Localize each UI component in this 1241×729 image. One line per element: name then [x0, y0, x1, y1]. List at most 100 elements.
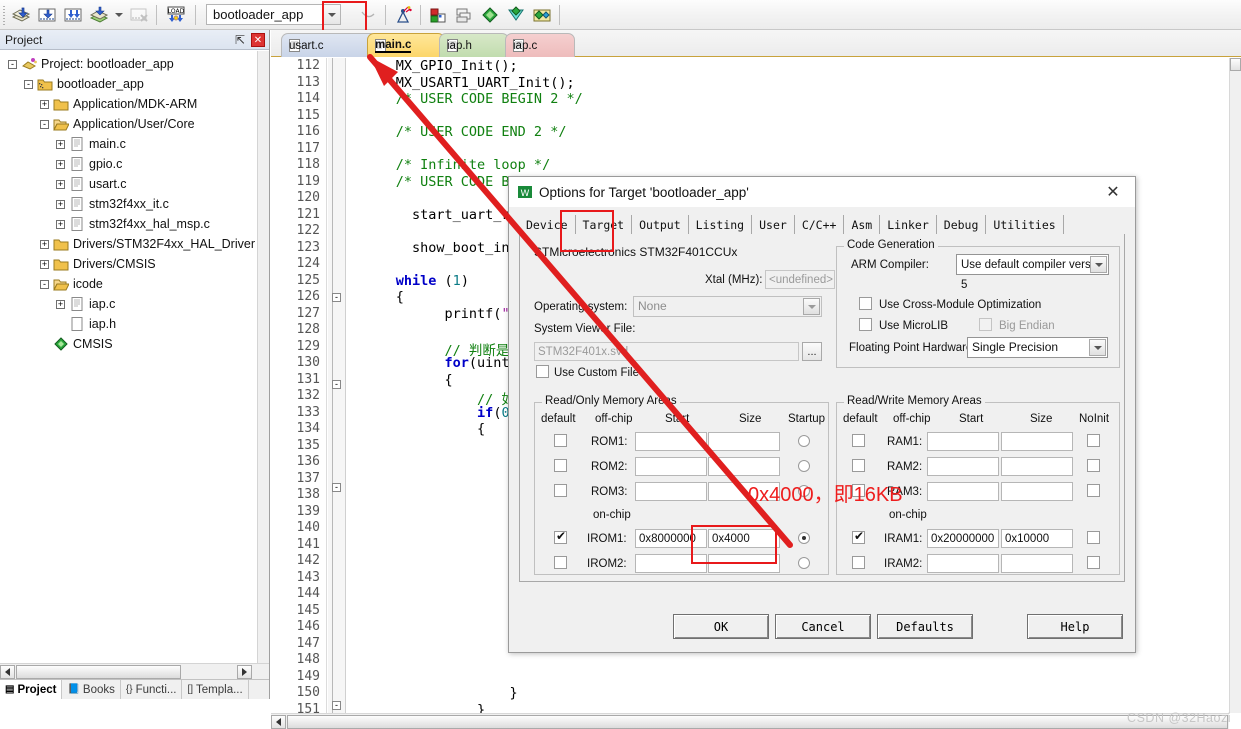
ram3-noinit-checkbox[interactable] — [1087, 484, 1100, 497]
expand-toggle-icon[interactable]: + — [56, 180, 65, 189]
configuration-wizard-icon[interactable] — [477, 3, 503, 27]
manage-run-time-icon[interactable] — [529, 3, 555, 27]
project-bottom-tab-functi[interactable]: {}Functi... — [121, 680, 183, 699]
iram2-default-checkbox[interactable] — [852, 556, 865, 569]
collapse-toggle-icon[interactable]: - — [8, 60, 17, 69]
chevron-down-icon[interactable] — [1090, 256, 1107, 273]
tree-item-iap-h[interactable]: iap.h — [0, 314, 257, 334]
dialog-tab-utilities[interactable]: Utilities — [986, 215, 1063, 235]
scroll-right-button[interactable] — [237, 665, 252, 679]
file-tab-iap-h[interactable]: iap.h — [439, 33, 509, 57]
rom3-default-checkbox[interactable] — [554, 484, 567, 497]
expand-toggle-icon[interactable]: + — [40, 260, 49, 269]
tree-item-iap-c[interactable]: +iap.c — [0, 294, 257, 314]
chevron-down-icon[interactable] — [323, 5, 340, 24]
xtal-input[interactable]: <undefined> — [765, 270, 835, 289]
code-line[interactable]: MX_USART1_UART_Init(); — [347, 75, 1229, 92]
project-vertical-scrollbar[interactable] — [257, 51, 269, 663]
code-line[interactable]: } — [347, 702, 1229, 714]
irom1-default-checkbox[interactable] — [554, 531, 567, 544]
fold-toggle-icon[interactable]: - — [332, 483, 341, 492]
tree-item-stm32f4xx-it-c[interactable]: +stm32f4xx_it.c — [0, 194, 257, 214]
floating-point-hardware-combo[interactable]: Single Precision — [967, 337, 1108, 358]
code-line[interactable]: MX_GPIO_Init(); — [347, 58, 1229, 75]
use-custom-file-checkbox[interactable] — [536, 365, 549, 378]
iram2-start-input[interactable] — [927, 554, 999, 573]
ram1-size-input[interactable] — [1001, 432, 1073, 451]
dialog-tab-debug[interactable]: Debug — [937, 215, 987, 235]
irom1-startup-radio[interactable] — [798, 532, 810, 544]
file-tab-usart[interactable]: usart.c — [281, 33, 377, 57]
close-icon[interactable]: ✕ — [251, 33, 265, 47]
project-tree[interactable]: -Project: bootloader_app-bootloader_app+… — [0, 51, 257, 663]
project-bottom-tab-books[interactable]: 📘Books — [62, 680, 120, 699]
tree-item-icode[interactable]: -icode — [0, 274, 257, 294]
ram1-default-checkbox[interactable] — [852, 434, 865, 447]
irom2-start-input[interactable] — [635, 554, 707, 573]
pin-icon[interactable]: ⇱ — [235, 33, 245, 47]
dialog-tab-linker[interactable]: Linker — [880, 215, 937, 235]
code-folding-column[interactable]: ------ — [328, 58, 346, 713]
iram1-size-input[interactable]: 0x10000 — [1001, 529, 1073, 548]
tree-item-project-bootloader-app[interactable]: -Project: bootloader_app — [0, 54, 257, 74]
ram2-start-input[interactable] — [927, 457, 999, 476]
tree-item-drivers-stm32f4xx-hal-driver[interactable]: +Drivers/STM32F4xx_HAL_Driver — [0, 234, 257, 254]
build-target-icon[interactable] — [34, 3, 60, 27]
project-bottom-tab-project[interactable]: ▤Project — [0, 680, 62, 699]
tree-item-cmsis[interactable]: CMSIS — [0, 334, 257, 354]
tree-item-gpio-c[interactable]: +gpio.c — [0, 154, 257, 174]
dialog-tab-asm[interactable]: Asm — [844, 215, 880, 235]
scroll-thumb[interactable] — [16, 665, 181, 679]
code-line[interactable]: /* USER CODE END 2 */ — [347, 124, 1229, 141]
ram1-noinit-checkbox[interactable] — [1087, 434, 1100, 447]
scroll-left-button[interactable] — [0, 665, 15, 679]
rom1-start-input[interactable] — [635, 432, 707, 451]
rom2-startup-radio[interactable] — [798, 460, 810, 472]
expand-toggle-icon[interactable]: + — [56, 220, 65, 229]
manage-components-icon[interactable] — [425, 3, 451, 27]
tree-item-application-user-core[interactable]: -Application/User/Core — [0, 114, 257, 134]
expand-toggle-icon[interactable]: + — [56, 140, 65, 149]
ram3-start-input[interactable] — [927, 482, 999, 501]
fold-toggle-icon[interactable]: - — [332, 293, 341, 302]
multi-project-icon[interactable] — [451, 3, 477, 27]
dialog-title-bar[interactable]: W Options for Target 'bootloader_app' ✕ — [509, 177, 1135, 207]
tree-item-usart-c[interactable]: +usart.c — [0, 174, 257, 194]
rom2-default-checkbox[interactable] — [554, 459, 567, 472]
chevron-down-icon[interactable] — [803, 298, 820, 315]
download-icon[interactable]: LOAD — [161, 3, 191, 27]
iram2-size-input[interactable] — [1001, 554, 1073, 573]
tree-item-drivers-cmsis[interactable]: +Drivers/CMSIS — [0, 254, 257, 274]
irom2-startup-radio[interactable] — [798, 557, 810, 569]
code-line[interactable] — [347, 108, 1229, 125]
ok-button[interactable]: OK — [673, 614, 769, 639]
batch-build-icon[interactable] — [8, 3, 34, 27]
rom2-size-input[interactable] — [708, 457, 780, 476]
dialog-tab-target[interactable]: Target — [576, 215, 633, 235]
tree-item-stm32f4xx-hal-msp-c[interactable]: +stm32f4xx_hal_msp.c — [0, 214, 257, 234]
scroll-thumb[interactable] — [287, 715, 1228, 729]
toolbar-grip[interactable] — [1, 4, 8, 26]
dialog-tab-strip[interactable]: DeviceTargetOutputListingUserC/C++AsmLin… — [519, 213, 1064, 235]
cross-module-optimization-checkbox[interactable] — [859, 297, 872, 310]
file-tab-iap-c[interactable]: iap.c — [505, 33, 575, 57]
chevron-down-icon[interactable] — [1089, 339, 1106, 356]
expand-toggle-icon[interactable]: + — [56, 200, 65, 209]
browse-button[interactable]: ... — [802, 342, 822, 361]
editor-vertical-scrollbar[interactable] — [1229, 58, 1241, 713]
rom2-start-input[interactable] — [635, 457, 707, 476]
iram1-default-checkbox[interactable] — [852, 531, 865, 544]
file-tab-main[interactable]: main.c — [367, 33, 445, 57]
collapse-toggle-icon[interactable]: - — [24, 80, 33, 89]
fold-cell[interactable]: - — [328, 380, 345, 397]
project-horizontal-scrollbar[interactable] — [0, 663, 269, 679]
expand-toggle-icon[interactable]: + — [40, 100, 49, 109]
microlib-checkbox[interactable] — [859, 318, 872, 331]
irom2-size-input[interactable] — [708, 554, 780, 573]
pack-installer-icon[interactable] — [503, 3, 529, 27]
iram1-start-input[interactable]: 0x20000000 — [927, 529, 999, 548]
arm-compiler-combo[interactable]: Use default compiler version 5 — [956, 254, 1109, 275]
defaults-button[interactable]: Defaults — [877, 614, 973, 639]
irom2-default-checkbox[interactable] — [554, 556, 567, 569]
fold-cell[interactable]: - — [328, 293, 345, 310]
